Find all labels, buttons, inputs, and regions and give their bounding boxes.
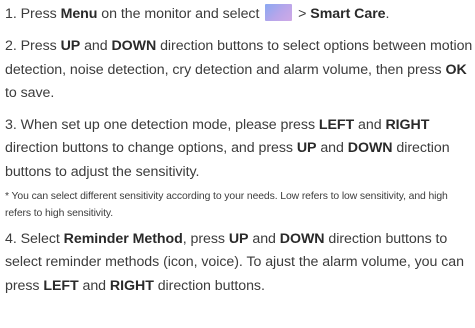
right-keyword: RIGHT (109, 277, 154, 294)
step-4-text: Select (20, 231, 64, 248)
up-keyword: UP (296, 140, 317, 157)
left-keyword: LEFT (318, 117, 355, 134)
step-1: 1. Press Menu on the monitor and select … (5, 3, 473, 26)
left-keyword: LEFT (43, 277, 79, 294)
down-keyword: DOWN (111, 38, 157, 55)
down-keyword: DOWN (347, 140, 393, 157)
step-2-text: and (80, 38, 112, 55)
step-1-number: 1. (5, 6, 17, 22)
smart-care-menu-icon (265, 4, 293, 21)
step-3-number: 3. (5, 117, 17, 134)
step-2-text: Press (20, 38, 61, 55)
instruction-document: 1. Press Menu on the monitor and select … (5, 3, 473, 298)
menu-keyword: Menu (60, 6, 98, 22)
up-keyword: UP (228, 231, 249, 248)
down-keyword: DOWN (279, 231, 325, 248)
step-3-text: and (316, 140, 348, 157)
reminder-method-keyword: Reminder Method (63, 231, 183, 248)
step-1-text: > (294, 6, 311, 22)
step-4-number: 4. (5, 231, 17, 248)
step-2-number: 2. (5, 38, 17, 55)
sensitivity-note: * You can select different sensitivity a… (5, 191, 448, 219)
step-1-text: Press (20, 6, 61, 22)
step-4-text: , press (182, 231, 229, 248)
step-4: 4. Select Reminder Method, press UP and … (5, 228, 473, 298)
step-2: 2. Press UP and DOWN direction buttons t… (5, 35, 473, 105)
step-1-text: . (385, 6, 390, 22)
step-2-text: to save. (5, 84, 55, 101)
step-4-text: and (78, 277, 110, 294)
up-keyword: UP (60, 38, 81, 55)
step-3-text: direction buttons to change options, and… (5, 140, 297, 157)
smart-care-keyword: Smart Care (310, 6, 386, 22)
step-3-text: and (354, 117, 386, 134)
step-3: 3. When set up one detection mode, pleas… (5, 114, 473, 184)
step-4-text: direction buttons. (153, 277, 265, 294)
step-3-text: When set up one detection mode, please p… (20, 117, 319, 134)
step-4-text: and (248, 231, 280, 248)
step-1-text: on the monitor and select (97, 6, 264, 22)
right-keyword: RIGHT (385, 117, 430, 134)
ok-keyword: OK (445, 61, 467, 78)
